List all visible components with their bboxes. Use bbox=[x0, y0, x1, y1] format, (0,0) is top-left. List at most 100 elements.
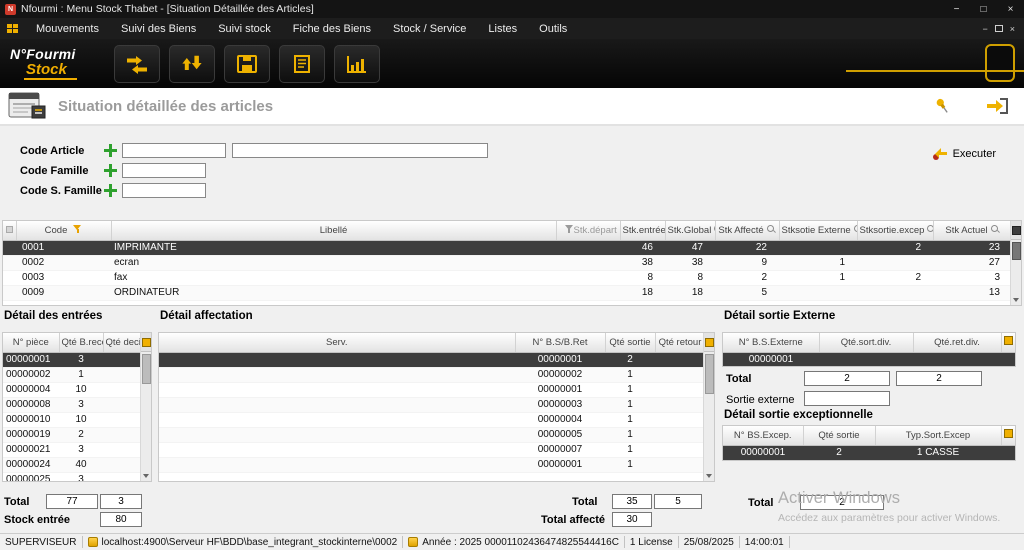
scroll-down-button[interactable] bbox=[704, 470, 715, 481]
total-sortie-field[interactable] bbox=[612, 494, 652, 509]
col-qte-sortie[interactable]: Qté sortie bbox=[605, 333, 655, 352]
search-icon[interactable] bbox=[927, 225, 933, 234]
col-libelle[interactable]: Libellé bbox=[111, 221, 556, 240]
save-button[interactable] bbox=[224, 45, 270, 83]
execute-button[interactable]: Executer bbox=[932, 147, 996, 161]
menu-stock-service[interactable]: Stock / Service bbox=[382, 18, 477, 39]
search-icon[interactable] bbox=[767, 225, 776, 234]
total-qte-recep-field[interactable] bbox=[46, 494, 98, 509]
code-s-famille-input[interactable] bbox=[122, 183, 206, 198]
vertical-scrollbar[interactable] bbox=[140, 333, 151, 481]
toolbar-empty-button[interactable] bbox=[985, 44, 1015, 82]
table-menu-icon[interactable] bbox=[142, 338, 151, 347]
col-stk-actuel[interactable]: Stk Actuel bbox=[933, 221, 1012, 240]
report-button[interactable] bbox=[279, 45, 325, 83]
mdi-minimize-button[interactable]: − bbox=[982, 24, 987, 34]
scrollbar-thumb[interactable] bbox=[142, 354, 151, 384]
code-famille-input[interactable] bbox=[122, 163, 206, 178]
add-famille-button[interactable] bbox=[104, 164, 117, 177]
code-article-input[interactable] bbox=[122, 143, 226, 158]
col-stk-sortie-excep[interactable]: Stksortie.excep bbox=[857, 221, 933, 240]
col-stk-global[interactable]: Stk.Global bbox=[665, 221, 715, 240]
maximize-button[interactable]: □ bbox=[970, 0, 997, 18]
scrollbar-thumb[interactable] bbox=[1012, 242, 1021, 260]
col-stk-depart[interactable]: Stk.départ bbox=[556, 221, 620, 240]
vertical-scrollbar[interactable] bbox=[703, 333, 714, 481]
menu-suivi-des-biens[interactable]: Suivi des Biens bbox=[110, 18, 207, 39]
col-n-bs-bret[interactable]: N° B.S/B.Ret bbox=[515, 333, 605, 352]
table-row[interactable]: 0000001010 bbox=[3, 412, 142, 427]
table-row[interactable]: 000000192 bbox=[3, 427, 142, 442]
table-row[interactable]: 0000000121 CASSE bbox=[723, 445, 1015, 460]
col-qte-ret-div[interactable]: Qté.ret.div. bbox=[913, 333, 1001, 352]
table-row[interactable]: 0000002440 bbox=[3, 457, 142, 472]
total-qte-decision-field[interactable] bbox=[100, 494, 142, 509]
menu-fiche-des-biens[interactable]: Fiche des Biens bbox=[282, 18, 382, 39]
col-qte-brecep[interactable]: Qté B.recep bbox=[59, 333, 103, 352]
table-menu-icon[interactable] bbox=[1004, 336, 1013, 345]
table-row[interactable]: 000000041 bbox=[159, 412, 705, 427]
total-sort-div-field[interactable] bbox=[804, 371, 890, 386]
table-row[interactable]: 0003fax882123 bbox=[3, 270, 1012, 285]
import-export-button[interactable] bbox=[169, 45, 215, 83]
scroll-down-button[interactable] bbox=[141, 470, 152, 481]
table-row[interactable]: 0000000410 bbox=[3, 382, 142, 397]
table-row[interactable]: 000000012 bbox=[159, 352, 705, 367]
add-article-button[interactable] bbox=[104, 144, 117, 157]
table-menu-icon[interactable] bbox=[1004, 429, 1013, 438]
total-ret-div-field[interactable] bbox=[896, 371, 982, 386]
add-s-famille-button[interactable] bbox=[104, 184, 117, 197]
pin-icon[interactable] bbox=[934, 97, 950, 115]
filter-funnel-icon[interactable] bbox=[73, 225, 82, 234]
menu-mouvements[interactable]: Mouvements bbox=[25, 18, 110, 39]
col-typ-sort-excep[interactable]: Typ.Sort.Excep bbox=[875, 426, 1001, 445]
total-retour-field[interactable] bbox=[654, 494, 702, 509]
col-code[interactable]: Code bbox=[16, 221, 111, 240]
filter-funnel-icon[interactable] bbox=[565, 225, 574, 234]
col-qte-sortie-excep[interactable]: Qté sortie bbox=[803, 426, 875, 445]
total-affecte-field[interactable] bbox=[612, 512, 652, 527]
col-serv[interactable]: Serv. bbox=[159, 333, 515, 352]
stock-entree-field[interactable] bbox=[100, 512, 142, 527]
table-row[interactable]: 000000213 bbox=[3, 442, 142, 457]
grid-menu-icon[interactable] bbox=[1012, 226, 1021, 235]
table-row[interactable]: 00000001 bbox=[723, 352, 1015, 367]
table-row[interactable]: 000000083 bbox=[3, 397, 142, 412]
table-row[interactable]: 0001IMPRIMANTE464722223 bbox=[3, 240, 1012, 255]
vertical-scrollbar[interactable] bbox=[1010, 221, 1021, 305]
table-row[interactable]: 000000013 bbox=[3, 352, 142, 367]
search-icon[interactable] bbox=[991, 225, 1000, 234]
table-row[interactable]: 000000253 bbox=[3, 472, 142, 482]
col-stk-affecte[interactable]: Stk Affecté bbox=[715, 221, 779, 240]
mdi-restore-button[interactable] bbox=[995, 25, 1003, 32]
scrollbar-thumb[interactable] bbox=[705, 354, 714, 394]
chart-button[interactable] bbox=[334, 45, 380, 83]
close-button[interactable]: × bbox=[997, 0, 1024, 18]
scroll-down-button[interactable] bbox=[1011, 294, 1022, 305]
table-row[interactable]: 000000071 bbox=[159, 442, 705, 457]
col-qte-sort-div[interactable]: Qté.sort.div. bbox=[819, 333, 913, 352]
table-row[interactable]: 0002ecran38389127 bbox=[3, 255, 1012, 270]
table-row[interactable]: 000000011 bbox=[159, 457, 705, 472]
total-excep-field[interactable] bbox=[800, 495, 884, 510]
mdi-close-button[interactable]: × bbox=[1010, 24, 1015, 34]
transfer-button[interactable] bbox=[114, 45, 160, 83]
table-row[interactable]: 0009ORDINATEUR1818513 bbox=[3, 285, 1012, 300]
col-qte-decision[interactable]: Qté decisio bbox=[103, 333, 142, 352]
menu-outils[interactable]: Outils bbox=[528, 18, 578, 39]
table-row[interactable]: 000000021 bbox=[159, 367, 705, 382]
col-n-bs-externe[interactable]: N° B.S.Externe bbox=[723, 333, 819, 352]
col-n-bs-excep[interactable]: N° BS.Excep. bbox=[723, 426, 803, 445]
menu-listes[interactable]: Listes bbox=[477, 18, 528, 39]
menu-suivi-stock[interactable]: Suivi stock bbox=[207, 18, 282, 39]
col-n-piece[interactable]: N° pièce bbox=[3, 333, 59, 352]
col-stk-entree[interactable]: Stk.entrée bbox=[620, 221, 665, 240]
table-row[interactable]: 000000011 bbox=[159, 382, 705, 397]
col-stk-sortie-externe[interactable]: Stksotie Externe bbox=[779, 221, 857, 240]
exit-icon[interactable] bbox=[986, 98, 1008, 114]
table-row[interactable]: 000000031 bbox=[159, 397, 705, 412]
sortie-externe-field[interactable] bbox=[804, 391, 890, 406]
table-menu-icon[interactable] bbox=[705, 338, 714, 347]
table-row[interactable]: 000000051 bbox=[159, 427, 705, 442]
minimize-button[interactable]: − bbox=[943, 0, 970, 18]
